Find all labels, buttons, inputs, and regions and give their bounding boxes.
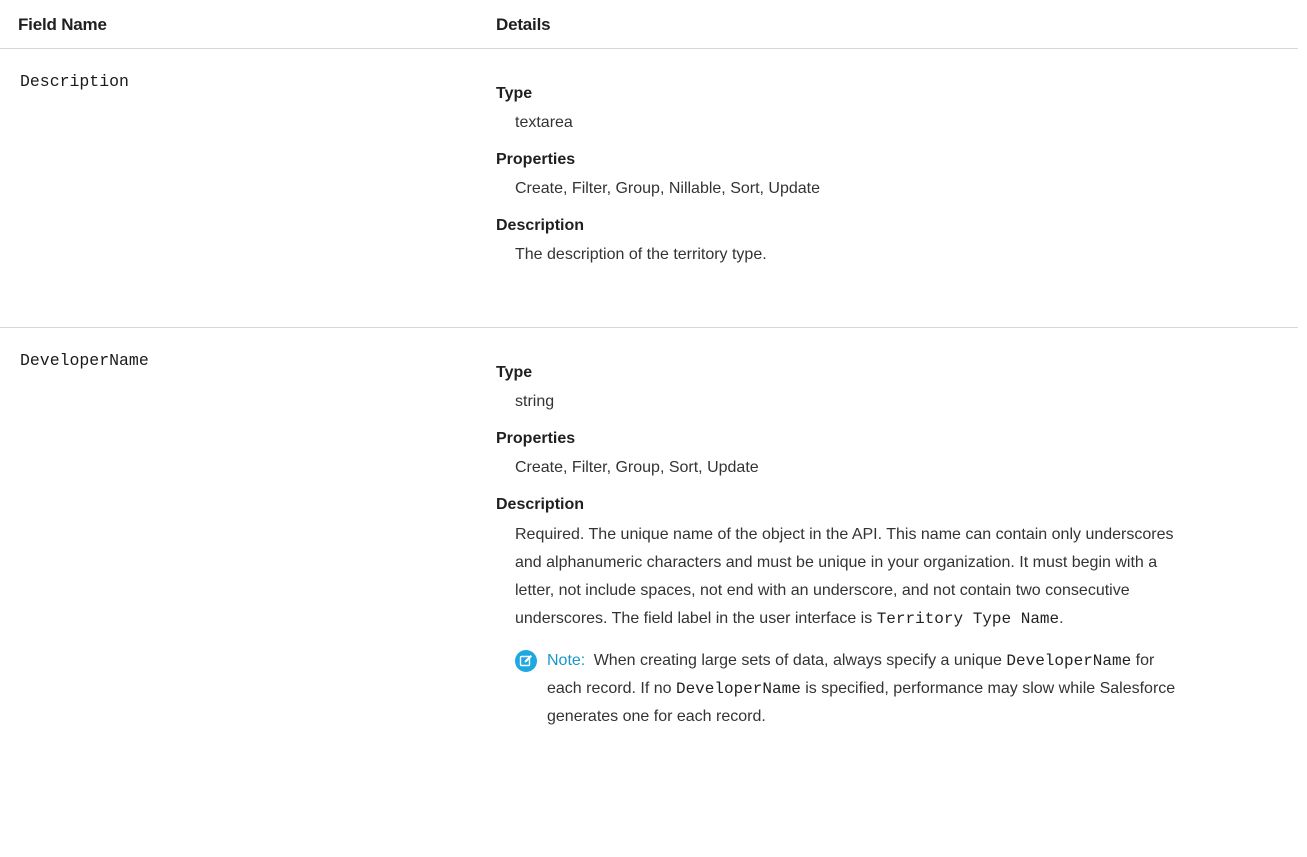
properties-value: Create, Filter, Group, Sort, Update (515, 459, 759, 476)
column-header-details: Details (496, 15, 551, 34)
table-header: Field Name Details (0, 0, 1298, 49)
description-text: Required. The unique name of the object … (515, 526, 1174, 627)
description-label: Description (496, 217, 585, 234)
table-row: DeveloperName Type string Properties Cre… (0, 328, 1298, 848)
description-end: . (1059, 610, 1064, 627)
description-code: Territory Type Name (876, 610, 1060, 628)
type-value: textarea (515, 114, 573, 131)
properties-value: Create, Filter, Group, Nillable, Sort, U… (515, 180, 821, 197)
field-name: DeveloperName (20, 351, 149, 370)
properties-label: Properties (496, 151, 576, 168)
field-details: Type string Properties Create, Filter, G… (496, 363, 1176, 731)
type-label: Type (496, 364, 533, 381)
note-text-1: When creating large sets of data, always… (593, 652, 1002, 669)
field-details: Type textarea Properties Create, Filter,… (496, 84, 1176, 282)
note-callout: Note: When creating large sets of data, … (515, 647, 1193, 731)
note-code-1: DeveloperName (1006, 652, 1132, 670)
properties-label: Properties (496, 430, 576, 447)
note-code-2: DeveloperName (675, 680, 801, 698)
edit-note-icon (515, 650, 537, 672)
description-value: Required. The unique name of the object … (515, 521, 1176, 633)
description-value: The description of the territory type. (515, 246, 767, 263)
note-label: Note: (547, 652, 586, 669)
type-value: string (515, 393, 555, 410)
type-label: Type (496, 85, 533, 102)
table-row: Description Type textarea Properties Cre… (0, 49, 1298, 328)
description-label: Description (496, 496, 585, 513)
column-header-field-name: Field Name (18, 15, 107, 34)
field-name: Description (20, 72, 129, 91)
